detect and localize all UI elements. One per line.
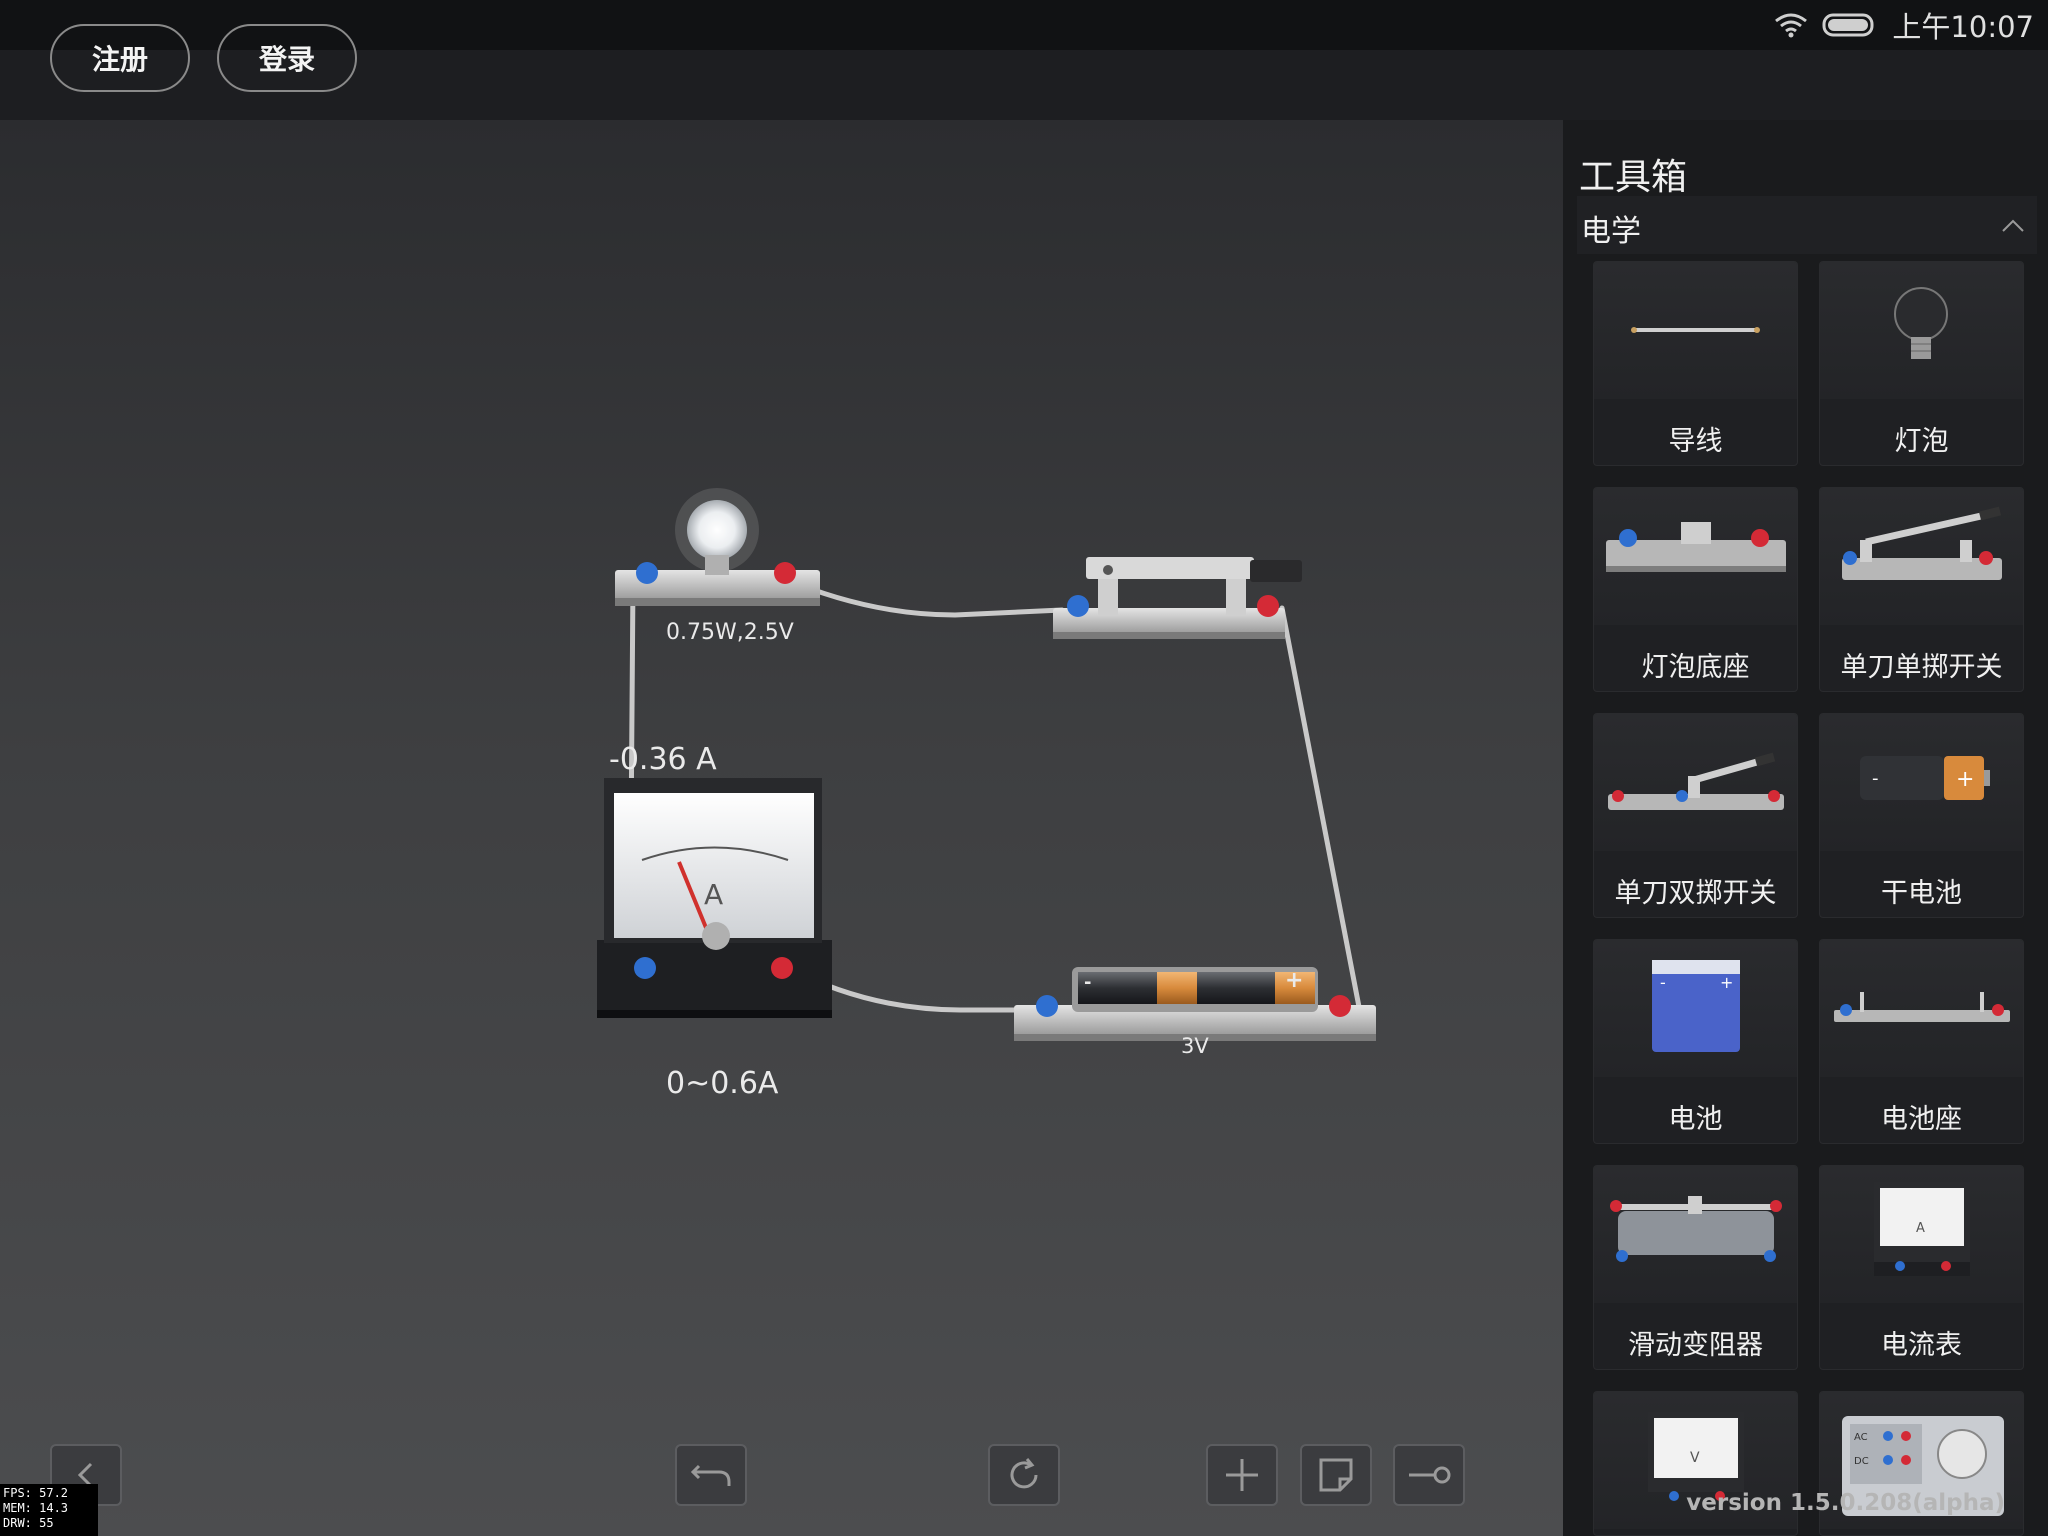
toolbox-item-spdt-switch[interactable]: 单刀双掷开关	[1593, 713, 1798, 918]
battery-voltage-label: 3V	[1181, 1034, 1209, 1058]
wire-icon	[1631, 327, 1760, 333]
bulb-icon	[1894, 287, 1948, 359]
item-label: 单刀双掷开关	[1614, 878, 1777, 909]
toolbox-panel: 工具箱 电学 导线 灯泡 灯泡底座 单刀单掷开关 单刀双掷开关 - + 干电池 …	[1563, 120, 2048, 1536]
wifi-icon	[1775, 13, 1808, 38]
battery-pack-icon: - +	[1652, 960, 1740, 1052]
ammeter-range-label: 0~0.6A	[666, 1066, 779, 1101]
ammeter-reading: -0.36 A	[609, 742, 717, 777]
item-label: 单刀单掷开关	[1840, 652, 2003, 683]
toolbox-item-ammeter[interactable]: A 电流表	[1819, 1165, 2024, 1370]
bulb-terminal-negative[interactable]	[636, 562, 658, 584]
svg-text:DC: DC	[1854, 1456, 1869, 1467]
knife-switch[interactable]	[1053, 557, 1302, 639]
item-label: 导线	[1668, 426, 1723, 457]
probe-icon	[1409, 1466, 1451, 1484]
bulb-terminal-positive[interactable]	[774, 562, 796, 584]
chevron-up-icon[interactable]	[2001, 218, 2025, 234]
toolbox-item-bulb-base[interactable]: 灯泡底座	[1593, 487, 1798, 692]
item-label: 电池	[1668, 1104, 1723, 1135]
rheostat-icon	[1610, 1196, 1782, 1262]
note-button[interactable]	[1300, 1444, 1372, 1506]
dry-cell-icon: - +	[1860, 756, 1990, 800]
section-title: 电学	[1581, 214, 1641, 249]
svg-text:V: V	[1690, 1450, 1700, 1466]
ammeter-terminal-negative[interactable]	[634, 957, 656, 979]
battery-terminal-positive[interactable]	[1329, 995, 1351, 1017]
note-icon	[1319, 1458, 1353, 1492]
bulb-base-icon	[1606, 522, 1786, 572]
draw-readout: DRW: 55	[3, 1516, 54, 1530]
toolbox-item-wire[interactable]: 导线	[1593, 261, 1798, 466]
item-label: 灯泡	[1894, 426, 1949, 457]
bulb-rating-label: 0.75W,2.5V	[666, 620, 794, 645]
debug-overlay: FPS: 57.2 MEM: 14.3 DRW: 55	[0, 1484, 98, 1536]
login-button[interactable]: 登录	[217, 24, 357, 92]
battery-icon	[1822, 13, 1874, 37]
mem-readout: MEM: 14.3	[3, 1501, 69, 1515]
item-label: 滑动变阻器	[1628, 1330, 1763, 1361]
probe-button[interactable]	[1393, 1444, 1465, 1506]
clock: 上午10:07	[1892, 10, 2034, 44]
status-indicators: 上午10:07	[1774, 8, 2034, 44]
undo-icon	[690, 1464, 731, 1486]
toolbox-item-battery-holder[interactable]: 电池座	[1819, 939, 2024, 1144]
battery-minus-sign: -	[1084, 972, 1092, 993]
register-button[interactable]: 注册	[50, 24, 190, 92]
toolbox-item-spst-switch[interactable]: 单刀单掷开关	[1819, 487, 2024, 692]
switch-terminal-positive[interactable]	[1257, 595, 1279, 617]
undo-button[interactable]	[675, 1444, 747, 1506]
ammeter-terminal-positive[interactable]	[771, 957, 793, 979]
ammeter-icon: A	[1874, 1182, 1970, 1276]
item-label: 电池座	[1881, 1104, 1962, 1135]
toolbox-item-rheostat[interactable]: 滑动变阻器	[1593, 1165, 1798, 1370]
add-icon	[1226, 1459, 1258, 1491]
svg-text:-: -	[1660, 973, 1666, 992]
fps-readout: FPS: 57.2	[3, 1486, 69, 1500]
toolbox-item-dry-cell[interactable]: - + 干电池	[1819, 713, 2024, 918]
svg-text:A: A	[1916, 1221, 1925, 1236]
spst-switch-icon	[1842, 506, 2002, 580]
toolbox-title: 工具箱	[1579, 157, 1688, 198]
battery-holder-icon	[1834, 992, 2010, 1022]
item-label: 灯泡底座	[1641, 652, 1750, 683]
item-label: 电流表	[1881, 1330, 1962, 1361]
refresh-icon	[1010, 1458, 1038, 1489]
add-button[interactable]	[1206, 1444, 1278, 1506]
bulb-assembly[interactable]	[615, 488, 820, 606]
battery-plus-sign: +	[1285, 968, 1304, 993]
section-header-electricity[interactable]: 电学	[1577, 196, 2037, 254]
svg-text:-: -	[1872, 768, 1879, 789]
version-label: version 1.5.0.208(alpha)	[1686, 1490, 2005, 1516]
svg-text:+: +	[1720, 973, 1733, 992]
item-label: 干电池	[1881, 878, 1962, 909]
svg-text:+: +	[1956, 767, 1974, 792]
battery-holder[interactable]	[1014, 967, 1376, 1041]
refresh-button[interactable]	[988, 1444, 1060, 1506]
toolbox-item-bulb[interactable]: 灯泡	[1819, 261, 2024, 466]
spdt-switch-icon	[1608, 752, 1784, 810]
switch-terminal-negative[interactable]	[1067, 595, 1089, 617]
circuit-diagram	[597, 488, 1376, 1041]
toolbox-item-battery-pack[interactable]: - + 电池	[1593, 939, 1798, 1144]
battery-terminal-negative[interactable]	[1036, 995, 1058, 1017]
circuit-canvas[interactable]: 0.75W,2.5V -0.36 A A 0~0.6A 3V - +	[0, 120, 1563, 1536]
svg-text:AC: AC	[1854, 1432, 1868, 1443]
ammeter-dial-letter: A	[704, 878, 724, 911]
